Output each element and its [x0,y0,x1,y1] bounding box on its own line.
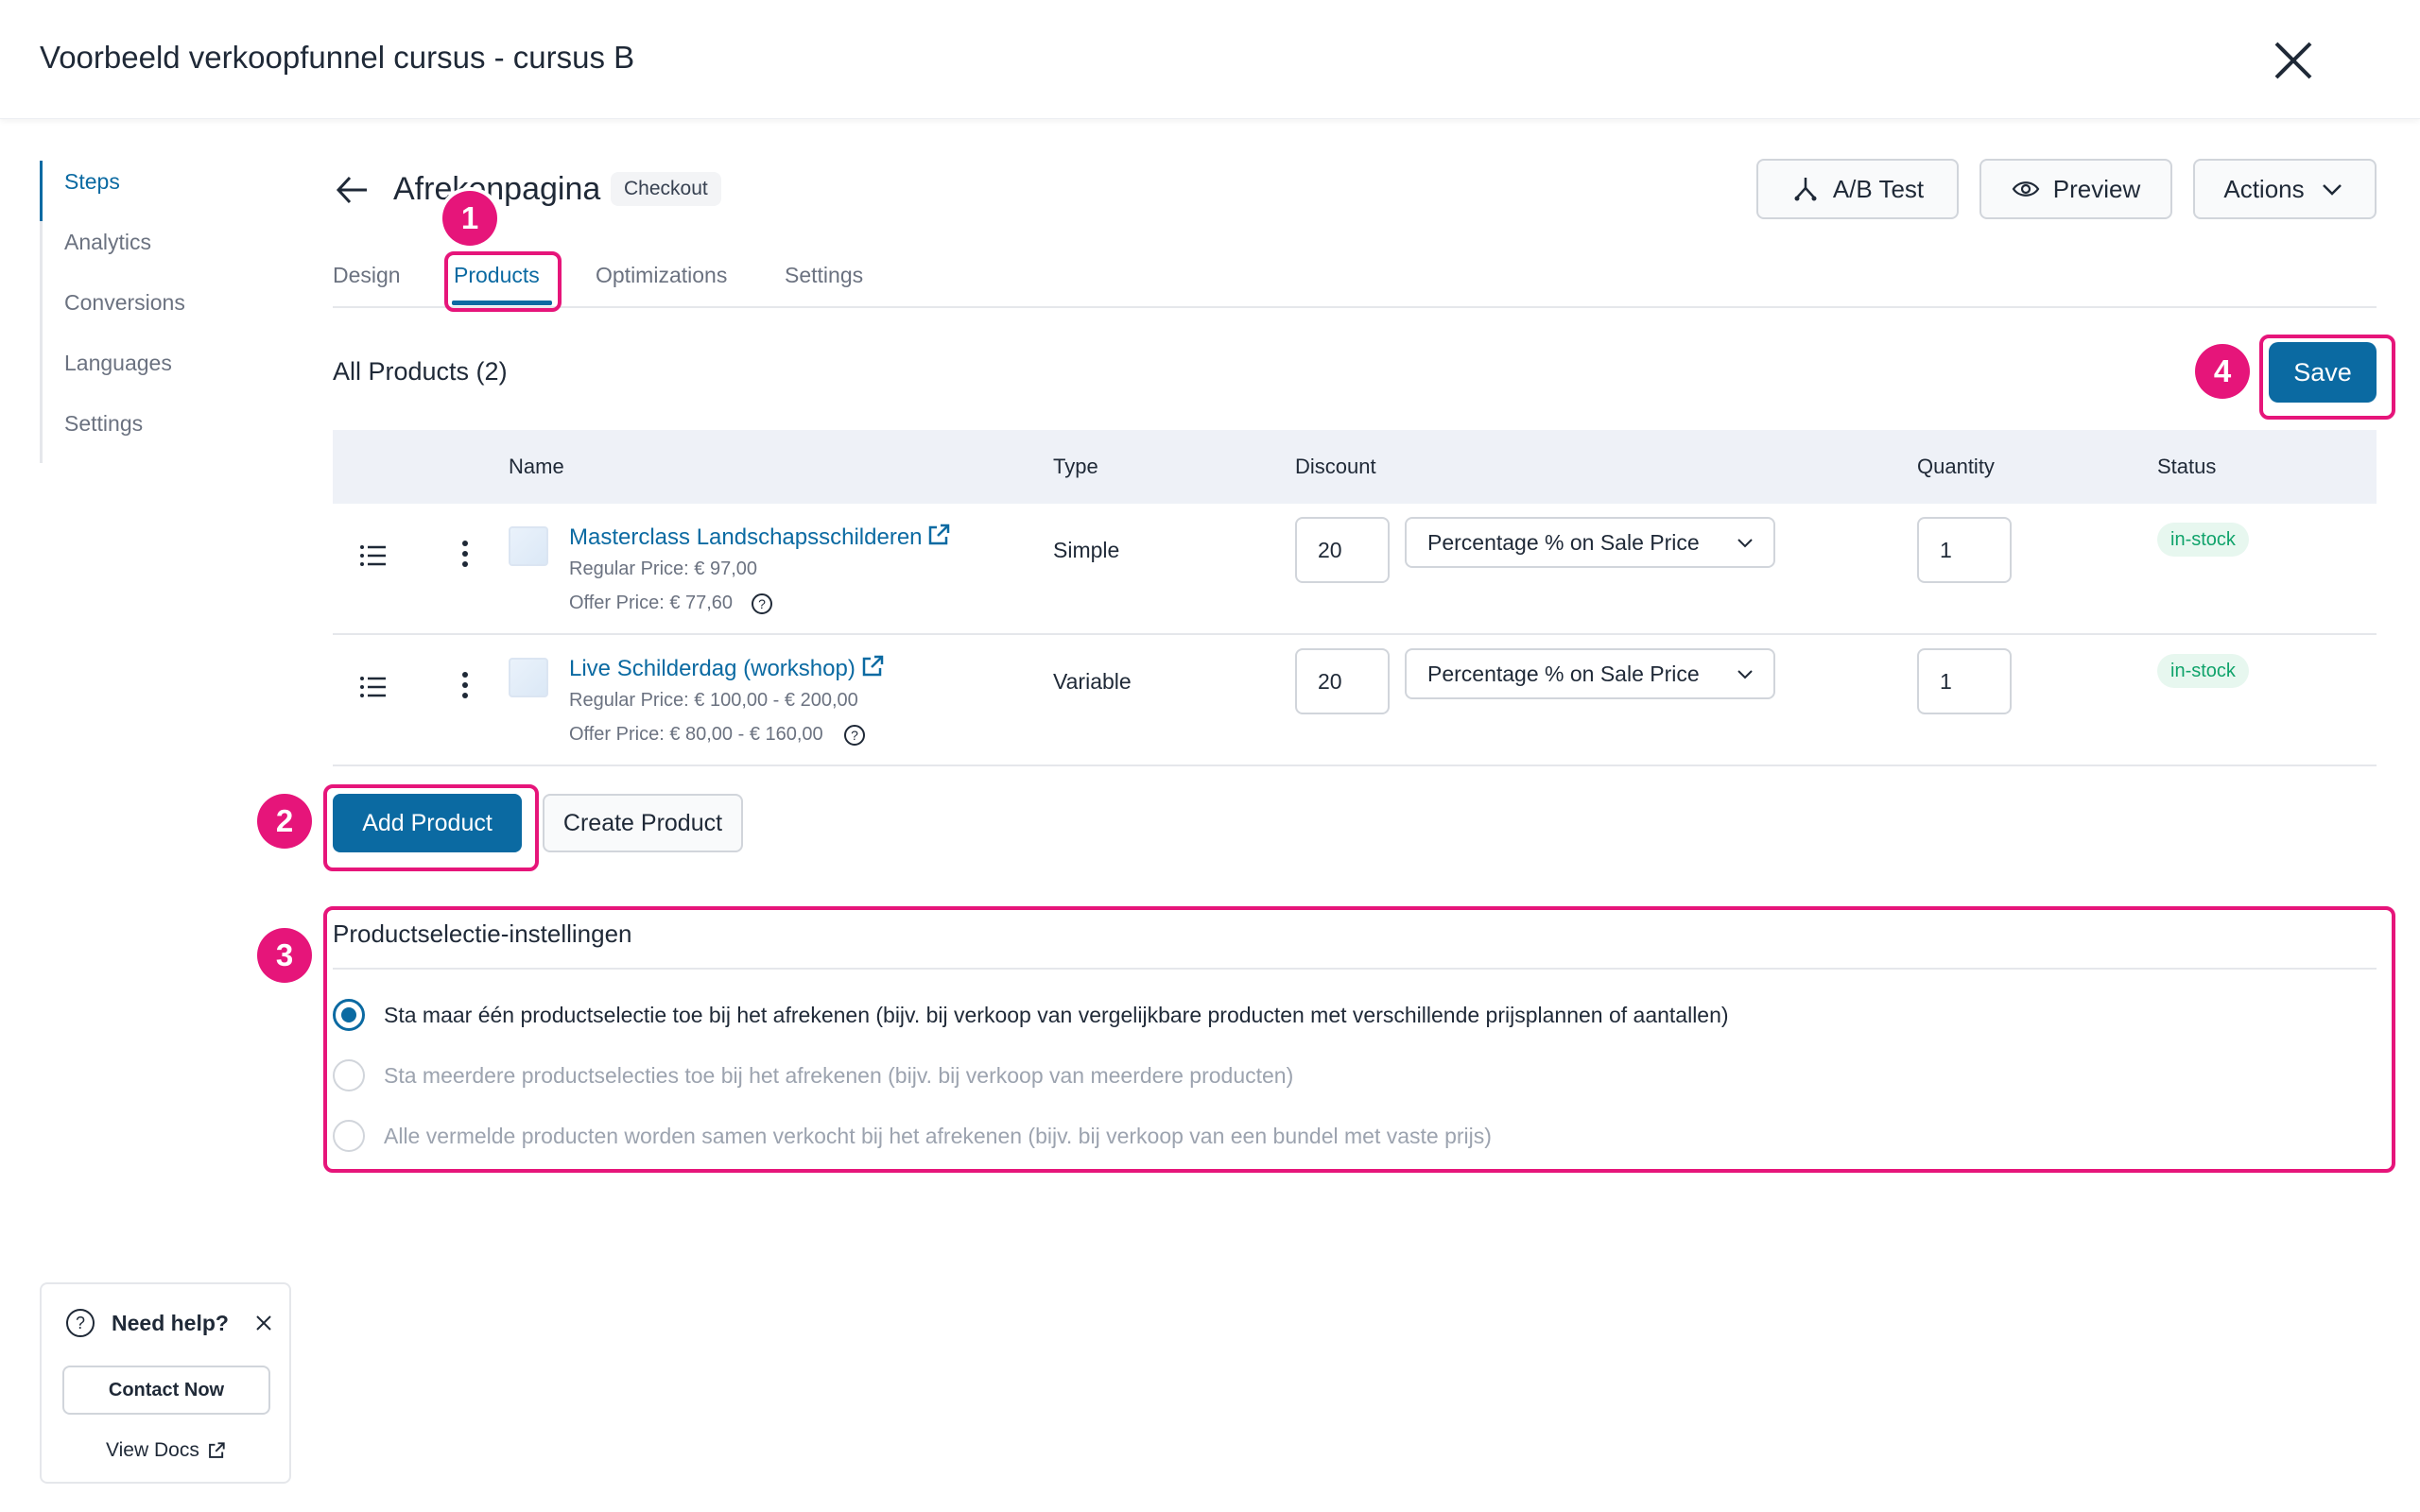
product-thumbnail [509,526,548,566]
status-badge: in-stock [2157,654,2249,688]
annotation-number-1: 1 [442,191,497,246]
svg-text:?: ? [76,1314,85,1332]
tab-design[interactable]: Design [333,263,401,288]
chevron-down-icon [1737,539,1753,548]
sidebar-nav: Steps Analytics Conversions Languages Se… [40,161,257,463]
products-heading: All Products (2) [333,357,508,386]
radio-button[interactable] [333,1120,365,1152]
save-button[interactable]: Save [2269,342,2377,403]
sidebar-item-steps[interactable]: Steps [40,161,257,221]
top-bar: Voorbeeld verkoopfunnel cursus - cursus … [0,0,2420,119]
step-tabs: Design Products Optimizations Settings [333,253,2377,308]
discount-type-value: Percentage % on Sale Price [1427,662,1700,686]
tab-optimizations[interactable]: Optimizations [596,263,727,288]
radio-button[interactable] [333,1059,365,1091]
svg-text:?: ? [758,596,766,611]
contact-now-button[interactable]: Contact Now [62,1366,270,1415]
products-table: Name Type Discount Quantity Status Maste… [333,430,2377,766]
annotation-number-4: 4 [2195,344,2250,399]
radio-button-selected[interactable] [333,999,365,1031]
sidebar-item-analytics[interactable]: Analytics [43,221,257,282]
product-type: Variable [1053,669,1132,694]
offer-price: Offer Price: € 80,00 - € 160,00 [569,724,823,745]
svg-text:?: ? [851,728,858,743]
close-icon[interactable] [2269,36,2318,85]
tab-products[interactable]: Products [454,263,540,288]
regular-price: Regular Price: € 97,00 [569,558,758,579]
more-options-icon[interactable] [460,540,470,568]
back-arrow-icon[interactable] [335,172,371,208]
ab-test-label: A/B Test [1832,174,1925,203]
create-product-button[interactable]: Create Product [543,794,743,852]
chevron-down-icon [1737,670,1753,679]
table-header: Name Type Discount Quantity Status [333,430,2377,504]
external-link-icon[interactable] [860,654,885,679]
discount-type-value: Percentage % on Sale Price [1427,530,1700,555]
regular-price: Regular Price: € 100,00 - € 200,00 [569,690,858,711]
help-widget: ? Need help? Contact Now View Docs [40,1282,291,1484]
quantity-input[interactable] [1917,648,2012,714]
column-header-name: Name [509,455,564,478]
actions-dropdown[interactable]: Actions [2193,159,2377,219]
preview-label: Preview [2052,174,2141,203]
drag-handle-icon[interactable] [359,541,388,570]
annotation-number-2: 2 [257,794,312,849]
column-header-status: Status [2157,455,2217,478]
discount-type-select[interactable]: Percentage % on Sale Price [1405,648,1775,699]
selection-option-bundle[interactable]: Alle vermelde producten worden samen ver… [333,1120,1492,1152]
help-circle-icon[interactable]: ? [751,593,773,615]
step-type-badge: Checkout [611,172,721,206]
selection-settings-title: Productselectie-instellingen [333,919,632,948]
selection-option-single[interactable]: Sta maar één productselectie toe bij het… [333,999,1729,1031]
status-badge: in-stock [2157,523,2249,557]
window-title: Voorbeeld verkoopfunnel cursus - cursus … [40,40,635,75]
column-header-discount: Discount [1295,455,1376,478]
ab-test-button[interactable]: A/B Test [1756,159,1959,219]
tab-settings[interactable]: Settings [785,263,863,288]
discount-value-input[interactable] [1295,517,1390,583]
sidebar-item-settings[interactable]: Settings [43,403,257,463]
step-title: Afrekenpagina [393,171,601,207]
radio-label: Sta meerdere productselecties toe bij he… [384,1062,1294,1088]
discount-value-input[interactable] [1295,648,1390,714]
chevron-down-icon [2322,184,2342,196]
discount-type-select[interactable]: Percentage % on Sale Price [1405,517,1775,568]
view-docs-label: View Docs [106,1439,199,1461]
product-type: Simple [1053,538,1120,562]
radio-label: Alle vermelde producten worden samen ver… [384,1123,1492,1148]
quantity-input[interactable] [1917,517,2012,583]
sidebar-item-languages[interactable]: Languages [43,342,257,403]
close-icon[interactable] [253,1313,274,1333]
split-icon [1794,178,1817,201]
table-row: Live Schilderdag (workshop) Regular Pric… [333,635,2377,766]
actions-label: Actions [2223,174,2305,203]
divider [333,968,2377,970]
help-circle-icon: ? [66,1309,95,1337]
offer-price: Offer Price: € 77,60 [569,593,734,613]
selection-option-multiple[interactable]: Sta meerdere productselecties toe bij he… [333,1059,1293,1091]
radio-label: Sta maar één productselectie toe bij het… [384,1002,1729,1027]
product-name-link[interactable]: Masterclass Landschapsschilderen [569,524,923,551]
product-name-link[interactable]: Live Schilderdag (workshop) [569,656,856,682]
add-product-button[interactable]: Add Product [333,794,522,852]
active-tab-indicator [452,301,552,305]
view-docs-link[interactable]: View Docs [106,1439,226,1462]
external-link-icon [208,1442,225,1458]
more-options-icon[interactable] [460,671,470,699]
preview-button[interactable]: Preview [1979,159,2172,219]
annotation-number-3: 3 [257,928,312,983]
column-header-type: Type [1053,455,1098,478]
drag-handle-icon[interactable] [359,673,388,701]
help-circle-icon[interactable]: ? [843,724,866,747]
help-title: Need help? [112,1311,229,1335]
sidebar-item-conversions[interactable]: Conversions [43,282,257,342]
product-thumbnail [509,658,548,697]
eye-icon [2012,181,2040,197]
table-row: Masterclass Landschapsschilderen Regular… [333,504,2377,635]
column-header-quantity: Quantity [1917,455,1995,478]
external-link-icon[interactable] [926,523,951,547]
